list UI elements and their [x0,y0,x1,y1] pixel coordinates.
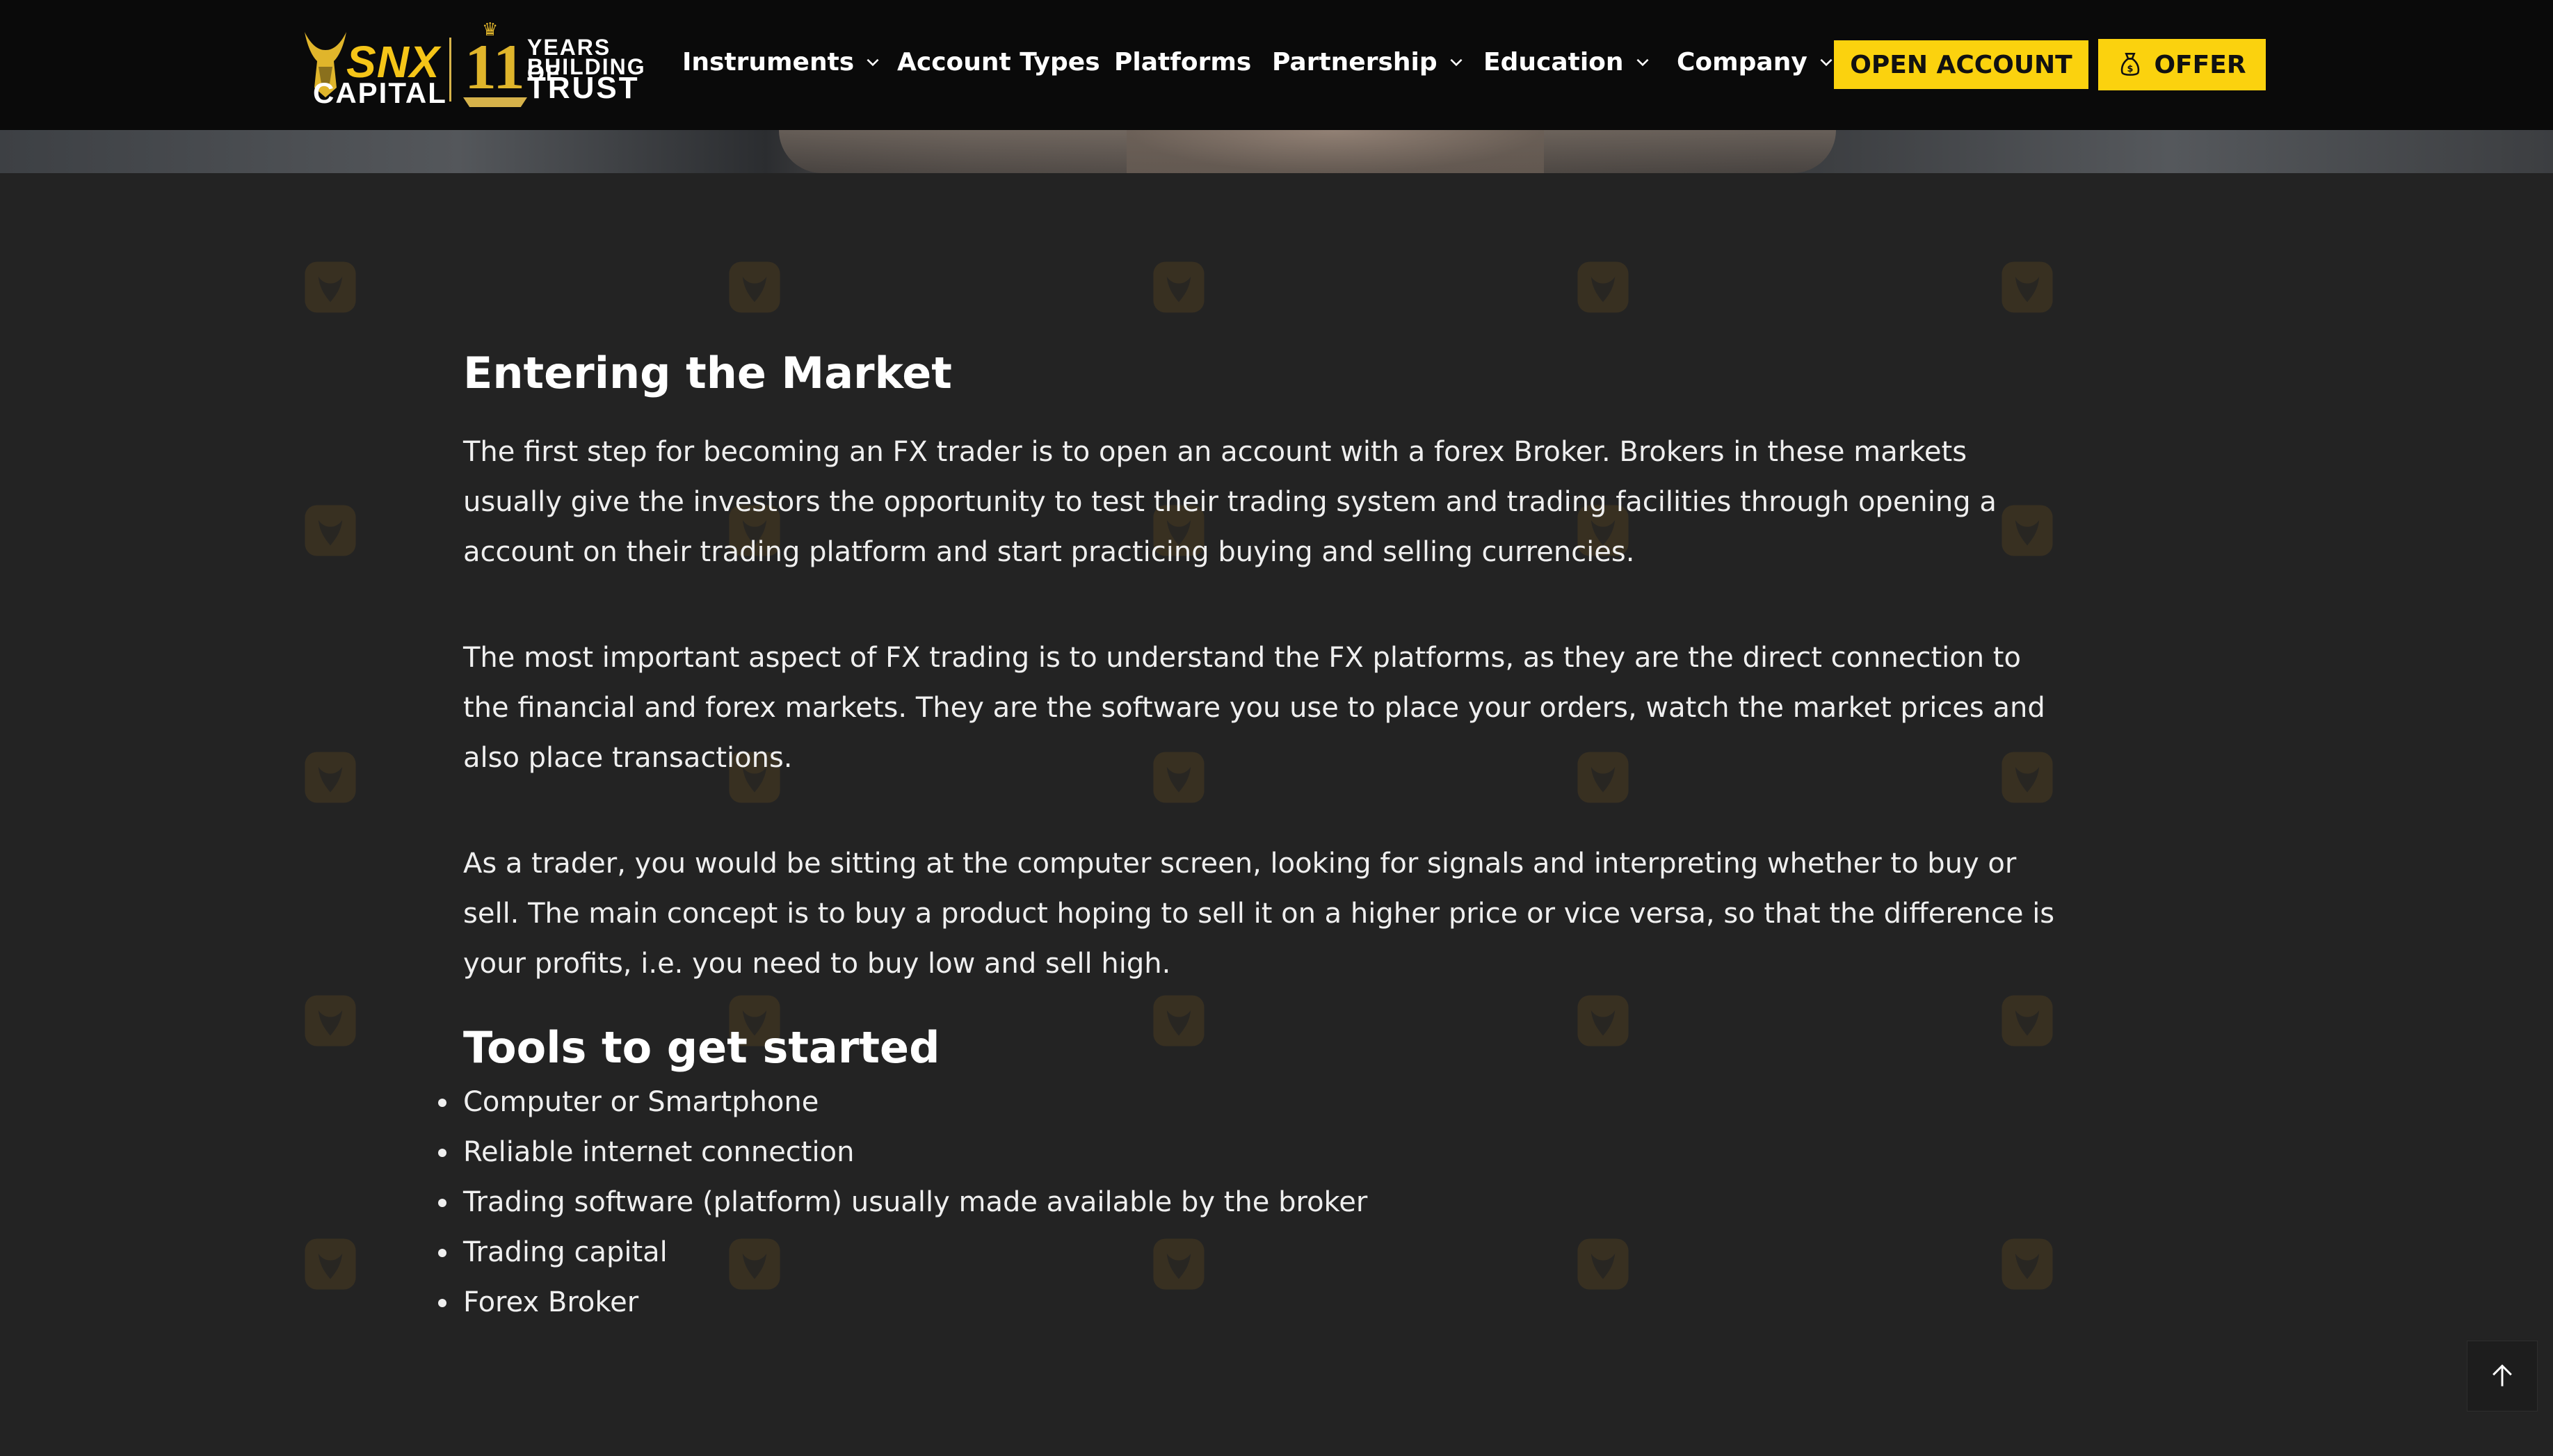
nav-account-types[interactable]: Account Types [897,46,1100,78]
nav-label: Company [1677,47,1807,76]
nav-label: Partnership [1272,47,1437,76]
paragraph: As a trader, you would be sitting at the… [463,848,2055,980]
watermark-logo-icon [305,1238,356,1290]
watermark-logo-icon [305,995,356,1046]
logo-sub: CAPITAL [313,76,447,109]
tools-list: Computer or Smartphone Reliable internet… [438,1077,2063,1327]
nav-label: Education [1483,47,1624,76]
list-item: Forex Broker [438,1277,2063,1327]
years-number: 11 [465,31,525,102]
watermark-logo-icon [305,505,356,556]
watermark-logo-icon [1577,261,1629,313]
arrow-up-icon [2492,1364,2512,1386]
watermark-logo-icon [1153,261,1205,313]
watermark-logo-icon [729,261,780,313]
section-heading-entering-market: Entering the Market [463,348,952,398]
watermark-logo-icon [305,261,356,313]
navbar: SNX CAPITAL ♛ 11 YEARS OF BUILDING TRUST… [0,0,2553,130]
scroll-top-button[interactable] [2467,1341,2538,1411]
list-item: Trading capital [438,1227,2063,1277]
chevron-down-icon [1820,58,1833,67]
offer-button[interactable]: $ OFFER [2098,39,2266,90]
open-account-button[interactable]: OPEN ACCOUNT [1834,40,2088,89]
nav-company[interactable]: Company [1677,46,1835,78]
hero-image [0,130,2553,173]
ribbon-icon [463,97,527,107]
nav-platforms[interactable]: Platforms [1114,46,1251,78]
paragraph: The first step for becoming an FX trader… [463,436,1997,569]
offer-label: OFFER [2154,50,2246,79]
watermark-logo-icon [2002,261,2053,313]
paragraph: The most important aspect of FX trading … [463,642,2045,775]
years-line3: TRUST [527,71,640,105]
logo-divider [449,38,451,102]
nav-label: Platforms [1114,47,1252,76]
article-content: Entering the Market The first step for b… [438,348,2063,1327]
nav-education[interactable]: Education [1483,46,1652,78]
chevron-down-icon [1636,58,1649,67]
brand-logo[interactable]: SNX CAPITAL ♛ 11 YEARS OF BUILDING TRUST [298,19,645,110]
watermark-logo-icon [305,752,356,803]
page: SNX CAPITAL ♛ 11 YEARS OF BUILDING TRUST… [0,0,2553,1456]
money-bag-icon: $ [2121,53,2140,76]
list-item: Computer or Smartphone [438,1077,2063,1127]
nav-label: Instruments [682,47,855,76]
list-item: Reliable internet connection [438,1127,2063,1177]
chevron-down-icon [1450,58,1463,67]
chevron-down-icon [867,58,879,67]
nav-instruments[interactable]: Instruments [682,46,882,78]
nav-partnership[interactable]: Partnership [1272,46,1465,78]
list-item: Trading software (platform) usually made… [438,1177,2063,1227]
svg-text:$: $ [2127,64,2134,74]
nav-label: Account Types [897,47,1100,76]
section-heading-tools: Tools to get started [463,1022,940,1074]
